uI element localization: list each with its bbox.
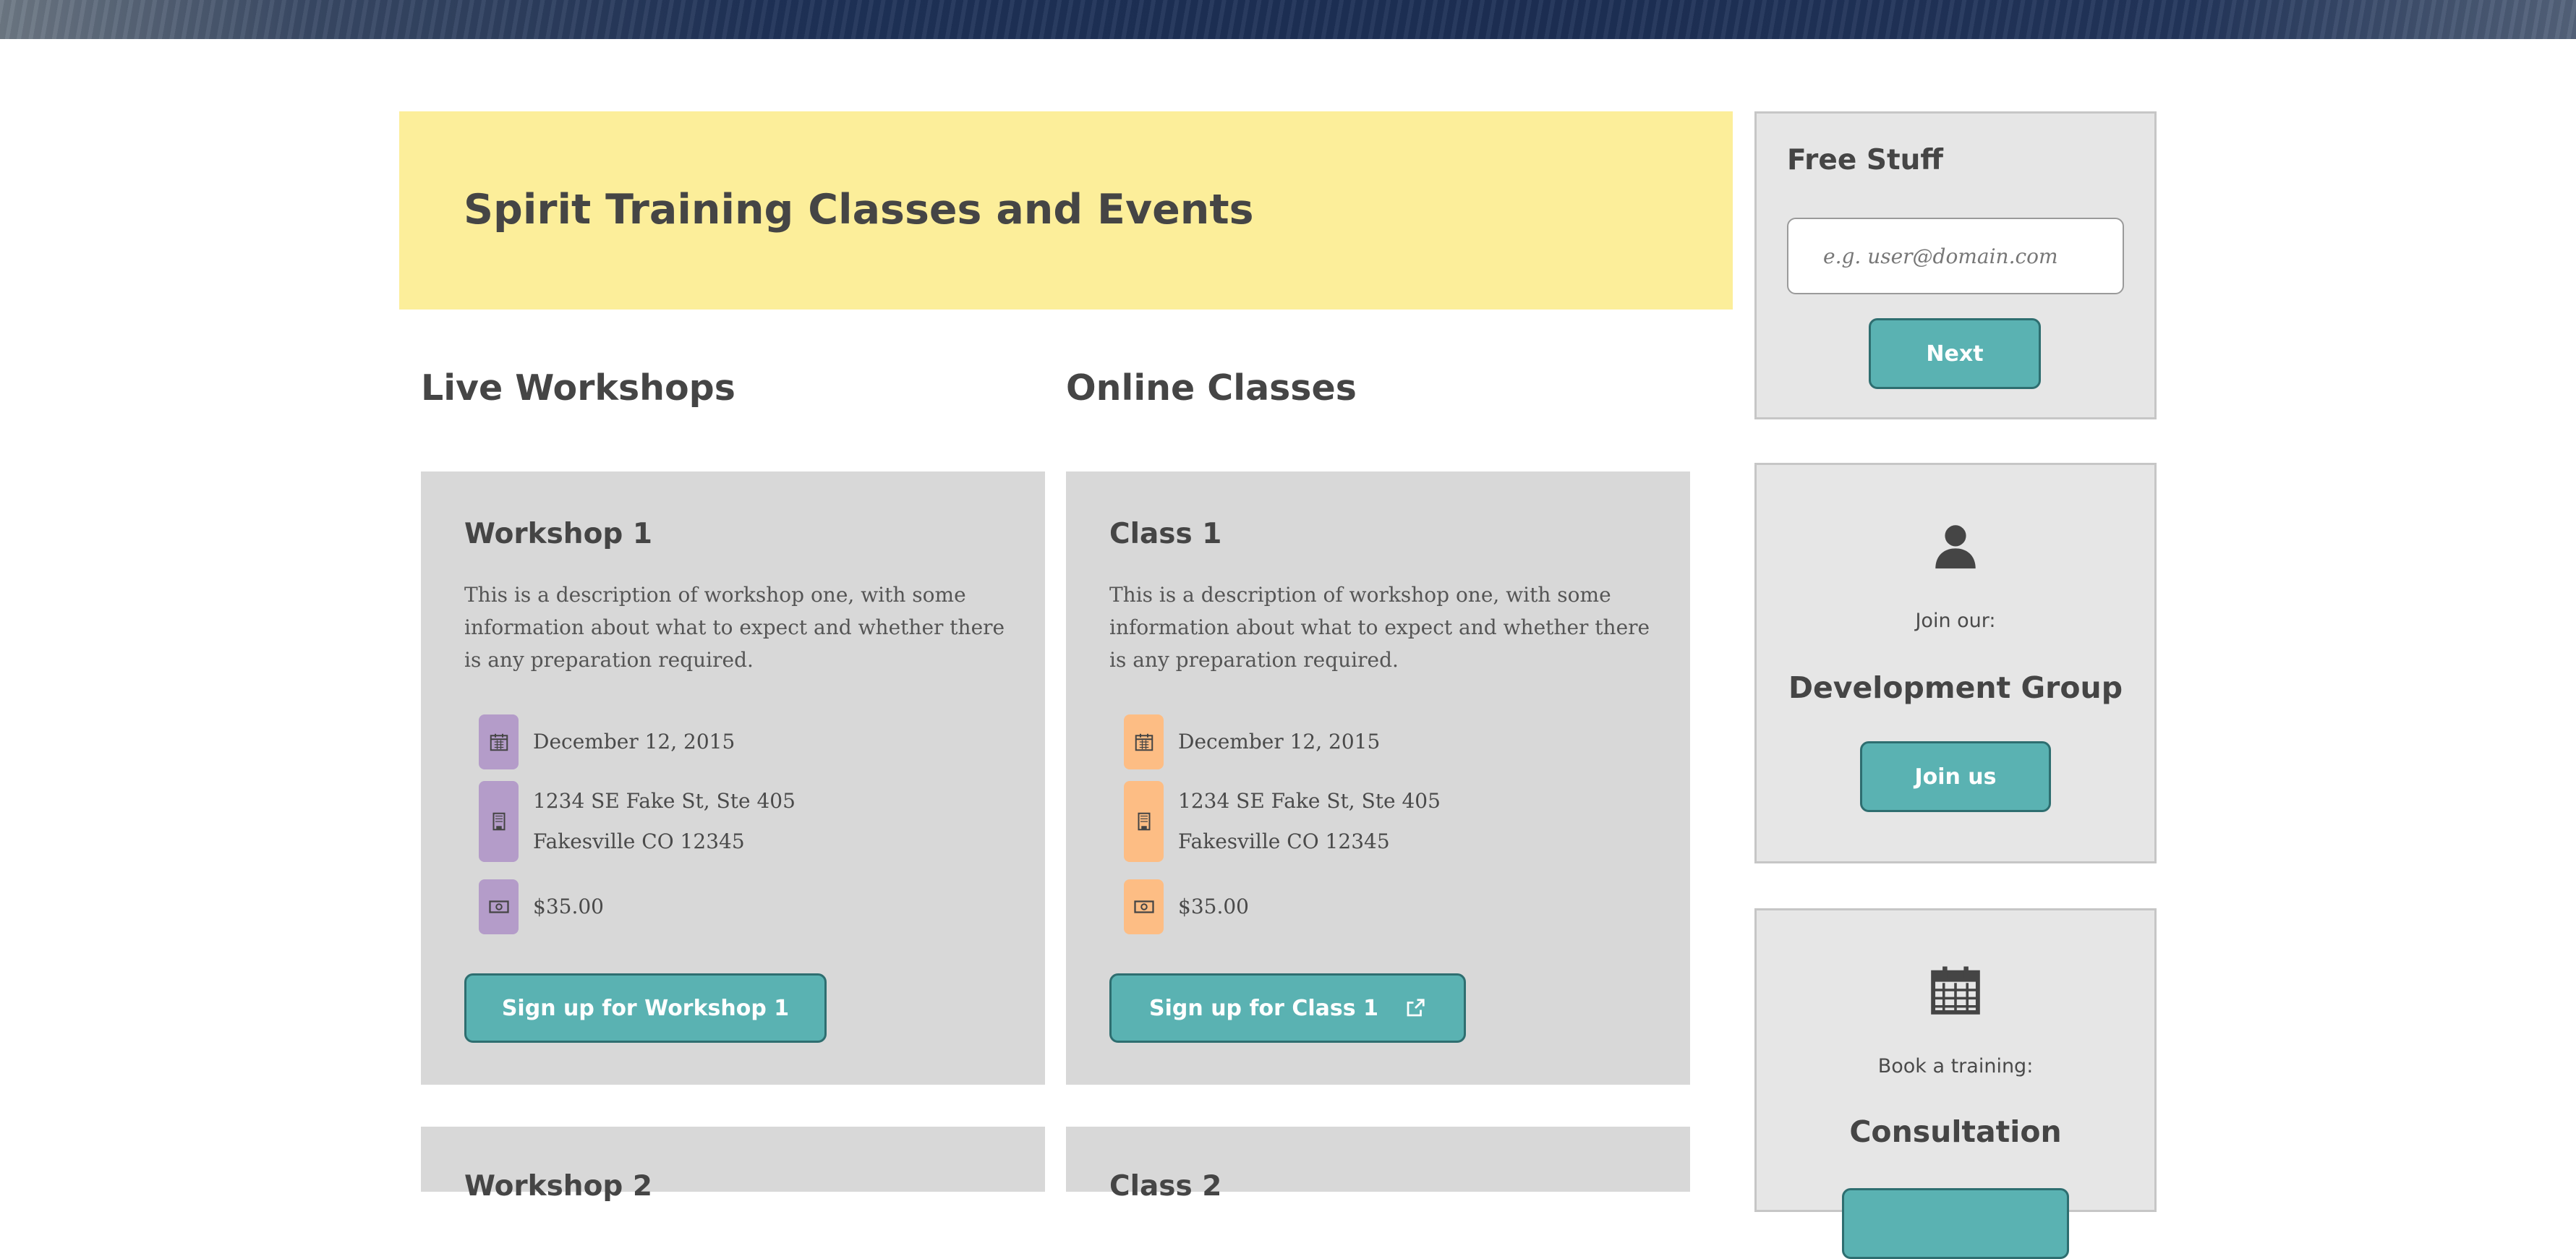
classes-heading: Online Classes [1066, 367, 1357, 409]
class-title: Class 2 [1109, 1170, 1222, 1203]
user-icon [1935, 525, 1976, 569]
building-icon [479, 781, 519, 862]
workshop-price-row: $35.00 [479, 879, 604, 934]
class-price-row: $35.00 [1124, 879, 1249, 934]
workshop-card: Workshop 2 [421, 1127, 1045, 1203]
class-signup-label: Sign up for Class 1 [1149, 995, 1378, 1021]
class-address-line2: Fakesville CO 12345 [1178, 829, 1390, 853]
workshop-signup-label: Sign up for Workshop 1 [501, 995, 790, 1021]
hero-image-strip [0, 0, 2576, 39]
building-icon [1124, 781, 1164, 862]
class-description: This is a description of workshop one, w… [1109, 583, 1650, 672]
consultation-name: Consultation [1849, 1114, 2062, 1149]
calendar-icon [1931, 966, 1980, 1015]
class-address-line1: 1234 SE Fake St, Ste 405 [1178, 789, 1441, 813]
money-icon [1124, 879, 1164, 934]
workshop-price: $35.00 [533, 895, 604, 918]
class-title: Class 1 [1109, 518, 1222, 550]
workshop-title: Workshop 2 [464, 1170, 652, 1203]
workshop-card: Workshop 1 This is a description of work… [421, 471, 1045, 1085]
free-stuff-box: Free Stuff Next [1754, 111, 2157, 419]
workshop-address-line1: 1234 SE Fake St, Ste 405 [533, 789, 796, 813]
free-stuff-title: Free Stuff [1787, 144, 1943, 176]
email-input[interactable] [1787, 218, 2124, 294]
group-name: Development Group [1788, 670, 2123, 705]
workshop-description: This is a description of workshop one, w… [464, 583, 1005, 672]
workshops-heading: Live Workshops [421, 367, 735, 409]
workshop-title: Workshop 1 [464, 518, 652, 550]
class-signup-button[interactable]: Sign up for Class 1 [1109, 973, 1466, 1043]
page-banner: Spirit Training Classes and Events [399, 111, 1733, 310]
next-button[interactable]: Next [1869, 318, 2041, 389]
class-address-row: 1234 SE Fake St, Ste 405 Fakesville CO 1… [1124, 781, 1441, 862]
money-icon [479, 879, 519, 934]
consultation-intro: Book a training: [1877, 1055, 2034, 1077]
external-link-icon [1407, 999, 1425, 1017]
page-title: Spirit Training Classes and Events [464, 186, 1254, 234]
workshop-signup-button[interactable]: Sign up for Workshop 1 [464, 973, 827, 1043]
workshop-address-line2: Fakesville CO 12345 [533, 829, 745, 853]
workshop-address-row: 1234 SE Fake St, Ste 405 Fakesville CO 1… [479, 781, 796, 862]
development-group-box: Join our: Development Group Join us [1754, 463, 2157, 863]
class-card: Class 1 This is a description of worksho… [1066, 471, 1690, 1085]
workshop-date: December 12, 2015 [533, 730, 735, 754]
workshop-date-row: December 12, 2015 [479, 714, 735, 769]
class-date-row: December 12, 2015 [1124, 714, 1380, 769]
group-intro: Join our: [1915, 610, 1996, 632]
book-consultation-button[interactable] [1842, 1188, 2069, 1259]
calendar-icon [1124, 714, 1164, 769]
calendar-icon [479, 714, 519, 769]
class-date: December 12, 2015 [1178, 730, 1381, 754]
join-us-label: Join us [1914, 764, 1997, 790]
class-card: Class 2 [1066, 1127, 1690, 1203]
join-us-button[interactable]: Join us [1860, 741, 2051, 812]
class-price: $35.00 [1178, 895, 1249, 918]
consultation-box: Book a training: Consultation [1754, 908, 2157, 1259]
next-label: Next [1926, 341, 1984, 367]
